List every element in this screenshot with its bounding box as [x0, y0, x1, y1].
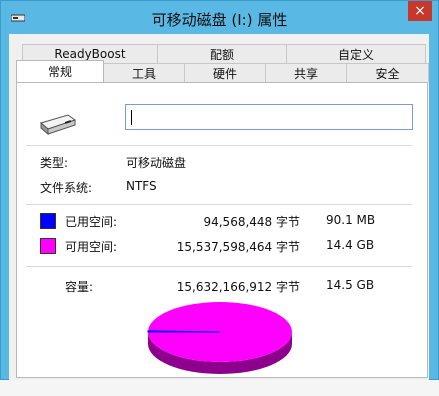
free-space-size: 14.4 GB [326, 238, 375, 252]
tab-tools[interactable]: 工具 [103, 63, 185, 82]
used-space-bytes: 94,568,448 字节 [203, 215, 300, 229]
window-title: 可移动磁盘 (I:) 属性 [151, 11, 288, 29]
file-system-label: 文件系统: [40, 181, 93, 195]
type-label: 类型: [40, 156, 69, 170]
free-space-label: 可用空间: [65, 240, 118, 254]
tab-row-lower: 常规 工具 硬件 共享 安全 [16, 60, 429, 82]
tab-customize[interactable]: 自定义 [286, 44, 426, 63]
usb-drive-icon [39, 114, 77, 136]
tab-sharing[interactable]: 共享 [265, 63, 347, 82]
divider [26, 266, 412, 267]
free-space-swatch [40, 238, 56, 254]
tab-hardware[interactable]: 硬件 [184, 63, 266, 82]
capacity-label: 容量: [65, 280, 94, 294]
capacity-size: 14.5 GB [326, 278, 375, 292]
disk-usage-pie-chart [147, 302, 292, 374]
divider [26, 145, 412, 146]
tab-general[interactable]: 常规 [16, 60, 104, 82]
type-value: 可移动磁盘 [126, 156, 187, 170]
text-caret [131, 110, 132, 125]
tab-security[interactable]: 安全 [346, 63, 429, 82]
used-space-label: 已用空间: [65, 215, 118, 229]
tab-quota[interactable]: 配额 [157, 44, 287, 63]
file-system-value: NTFS [126, 179, 157, 193]
title-bar[interactable]: 可移动磁盘 (I:) 属性 × [1, 1, 438, 35]
close-button[interactable]: × [408, 1, 432, 21]
used-space-swatch [40, 213, 56, 229]
capacity-bytes: 15,632,166,912 字节 [176, 280, 300, 294]
volume-name-input[interactable] [125, 104, 413, 130]
divider [26, 204, 412, 205]
free-space-bytes: 15,537,598,464 字节 [176, 240, 300, 254]
used-space-size: 90.1 MB [326, 213, 376, 227]
window-bottom-strip [0, 380, 439, 396]
